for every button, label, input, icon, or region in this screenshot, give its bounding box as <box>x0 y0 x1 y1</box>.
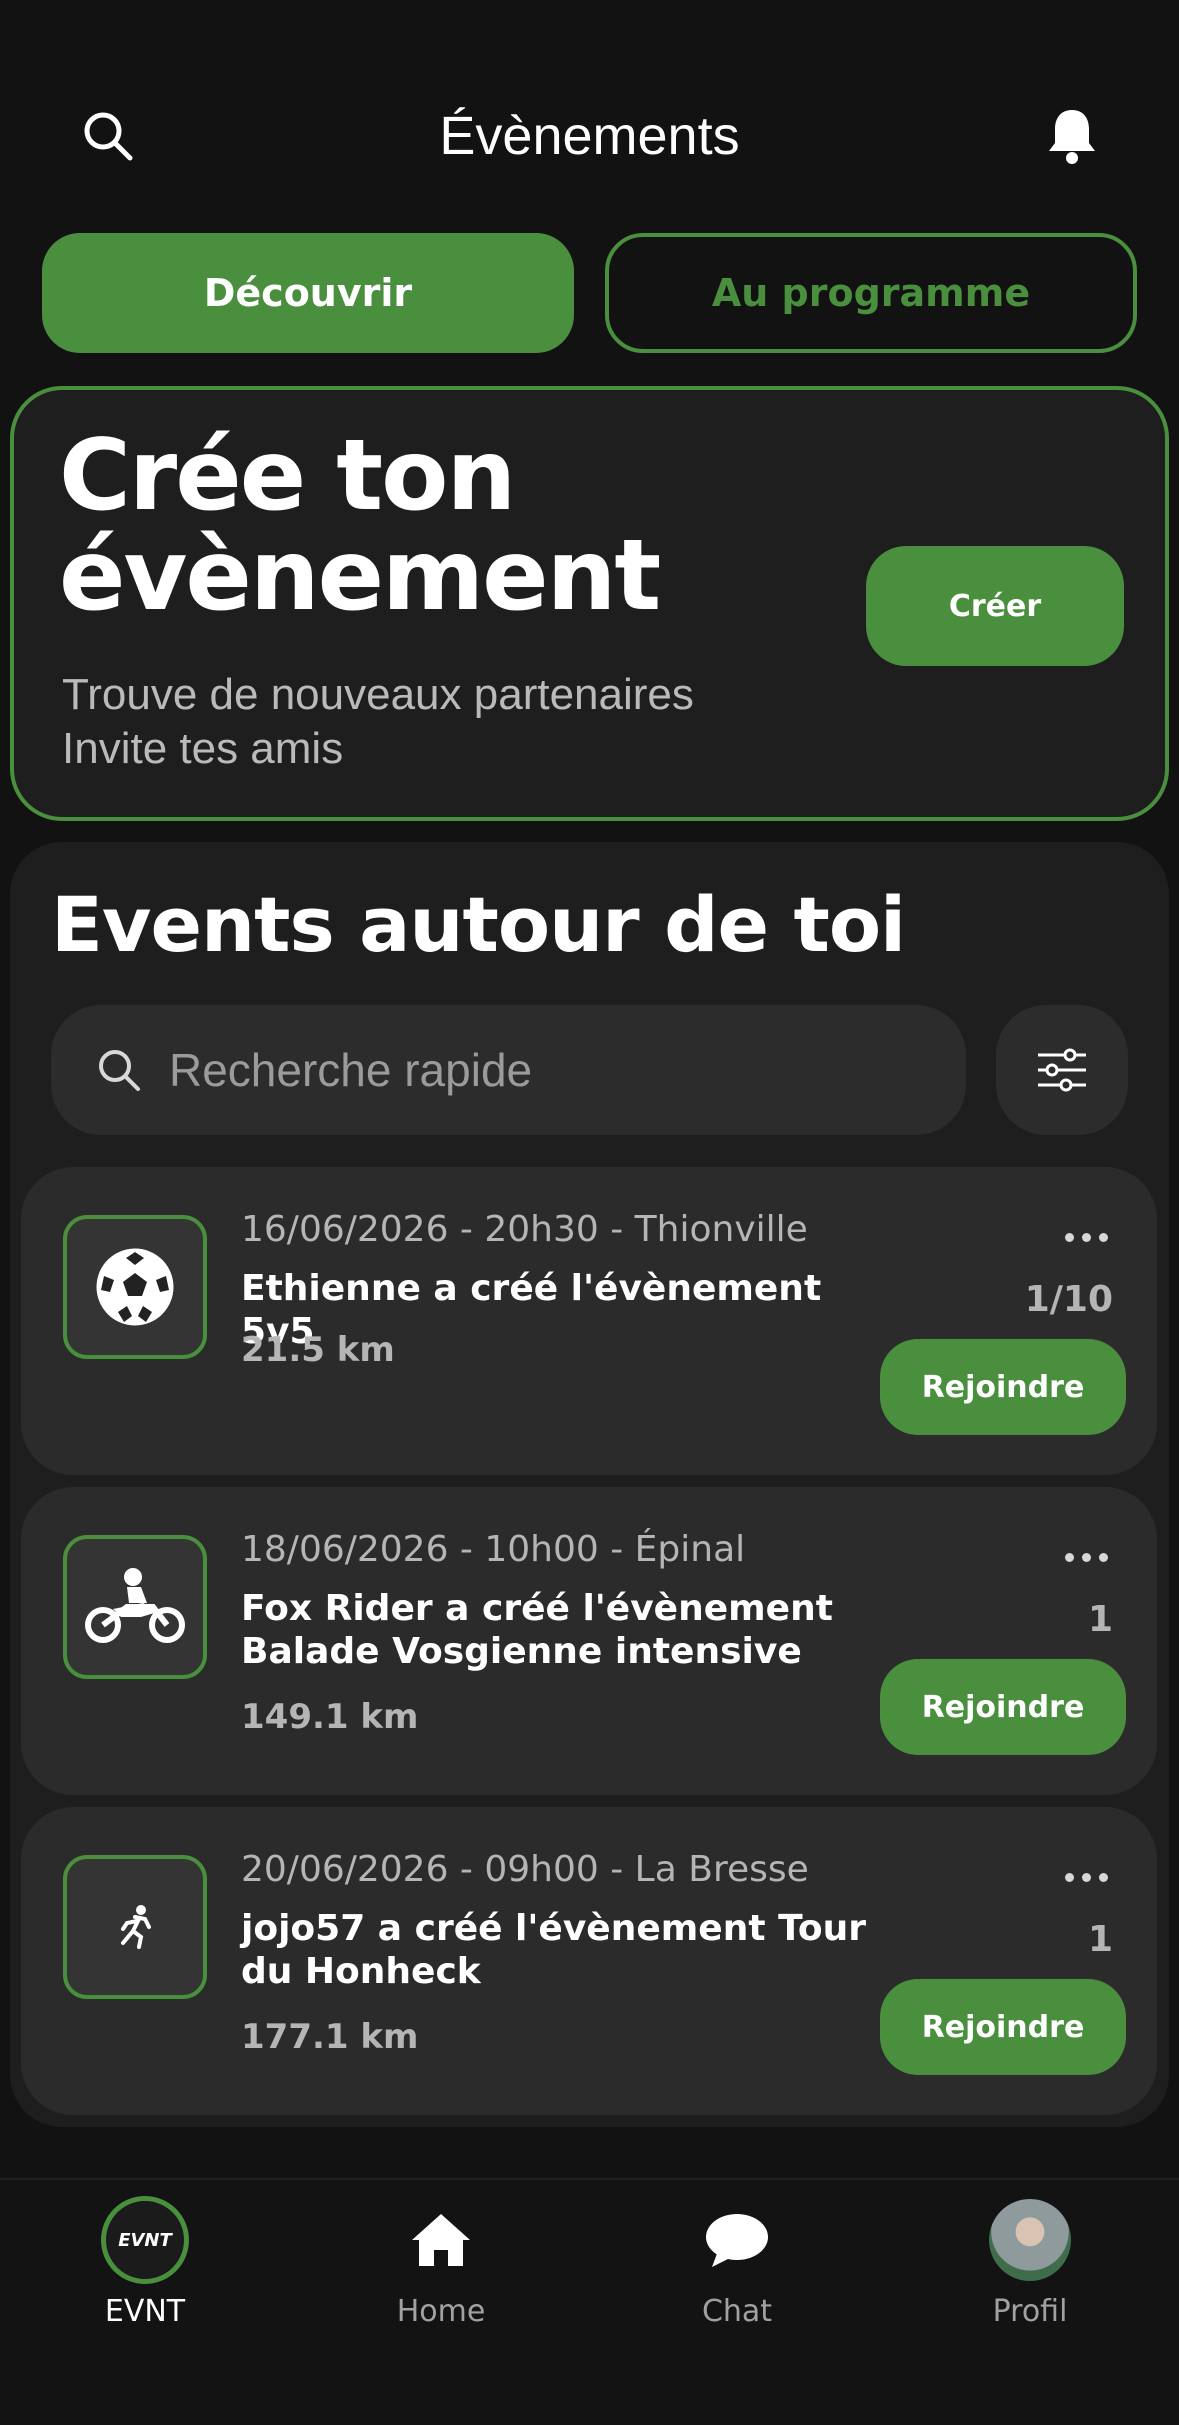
runner-icon <box>121 1905 151 1949</box>
soccer-ball-icon <box>96 1248 174 1326</box>
more-options-icon[interactable] <box>1061 1227 1111 1247</box>
event-title: jojo57 a créé l'évènement Tour du Honhec… <box>241 1908 866 1992</box>
event-icon <box>63 1215 207 1359</box>
nav-item-profile[interactable]: Profil <box>930 2194 1130 2329</box>
more-options-icon[interactable] <box>1061 1867 1111 1887</box>
quick-search-input[interactable] <box>169 1043 929 1097</box>
nav-label: Profil <box>992 2294 1068 2329</box>
event-card[interactable]: 20/06/2026 - 09h00 - La Bresse jojo57 a … <box>21 1807 1157 2115</box>
event-date: 20/06/2026 - 09h00 - La Bresse <box>241 1849 809 1890</box>
notifications-button[interactable] <box>1036 100 1108 172</box>
participant-count: 1 <box>1087 1919 1113 1960</box>
event-icon <box>63 1855 207 1999</box>
sliders-icon <box>1038 1048 1086 1092</box>
filter-button[interactable] <box>996 1005 1128 1135</box>
bell-icon <box>1049 110 1095 164</box>
events-panel: Events autour de toi Recherche rapide 16… <box>10 842 1169 2127</box>
join-button[interactable]: Rejoindre <box>880 1339 1126 1435</box>
banner-subtitle-line: Invite tes amis <box>62 724 344 773</box>
create-event-banner: Crée ton évènement Trouve de nouveaux pa… <box>10 386 1169 821</box>
page-title: Évènements <box>439 106 740 166</box>
event-icon <box>63 1535 207 1679</box>
banner-title: Crée ton évènement <box>59 419 661 633</box>
quick-search-field[interactable] <box>51 1005 966 1135</box>
section-title: Events autour de toi <box>51 880 906 969</box>
avatar <box>989 2199 1071 2281</box>
tab-discover[interactable]: Découvrir <box>42 233 574 353</box>
evnt-logo-icon: EVNT <box>101 2196 189 2284</box>
header: Évènements <box>0 0 1179 220</box>
event-distance: 177.1 km <box>241 2017 419 2057</box>
more-options-icon[interactable] <box>1061 1547 1111 1567</box>
event-card[interactable]: 18/06/2026 - 10h00 - Épinal Fox Rider a … <box>21 1487 1157 1795</box>
create-event-button[interactable]: Créer <box>866 546 1124 666</box>
event-distance: 149.1 km <box>241 1697 419 1737</box>
participant-count: 1 <box>1087 1599 1113 1640</box>
event-date: 16/06/2026 - 20h30 - Thionville <box>241 1209 808 1250</box>
join-button[interactable]: Rejoindre <box>880 1979 1126 2075</box>
tab-programme[interactable]: Au programme <box>605 233 1137 353</box>
nav-item-chat[interactable]: Chat <box>637 2194 837 2329</box>
motorcycle-icon <box>85 1568 185 1643</box>
nav-item-home[interactable]: Home <box>341 2194 541 2329</box>
event-title: Fox Rider a créé l'évènement Balade Vosg… <box>241 1588 833 1672</box>
home-icon <box>412 2214 470 2266</box>
nav-label: EVNT <box>104 2294 186 2329</box>
banner-subtitle: Trouve de nouveaux partenaires Invite te… <box>62 668 782 776</box>
banner-subtitle-line: Trouve de nouveaux partenaires <box>62 670 694 719</box>
nav-label: Home <box>396 2294 486 2329</box>
nav-label: Chat <box>701 2294 773 2329</box>
join-button[interactable]: Rejoindre <box>880 1659 1126 1755</box>
participant-count: 1/10 <box>1024 1279 1113 1320</box>
nav-item-evnt[interactable]: EVNT EVNT <box>45 2194 245 2329</box>
chat-bubble-icon <box>706 2214 768 2267</box>
search-icon <box>93 1044 145 1096</box>
event-distance: 21.5 km <box>241 1330 395 1370</box>
bottom-nav: EVNT EVNT Home Chat Profil <box>0 2178 1179 2425</box>
event-date: 18/06/2026 - 10h00 - Épinal <box>241 1529 746 1570</box>
event-card[interactable]: 16/06/2026 - 20h30 - Thionville Ethienne… <box>21 1167 1157 1475</box>
